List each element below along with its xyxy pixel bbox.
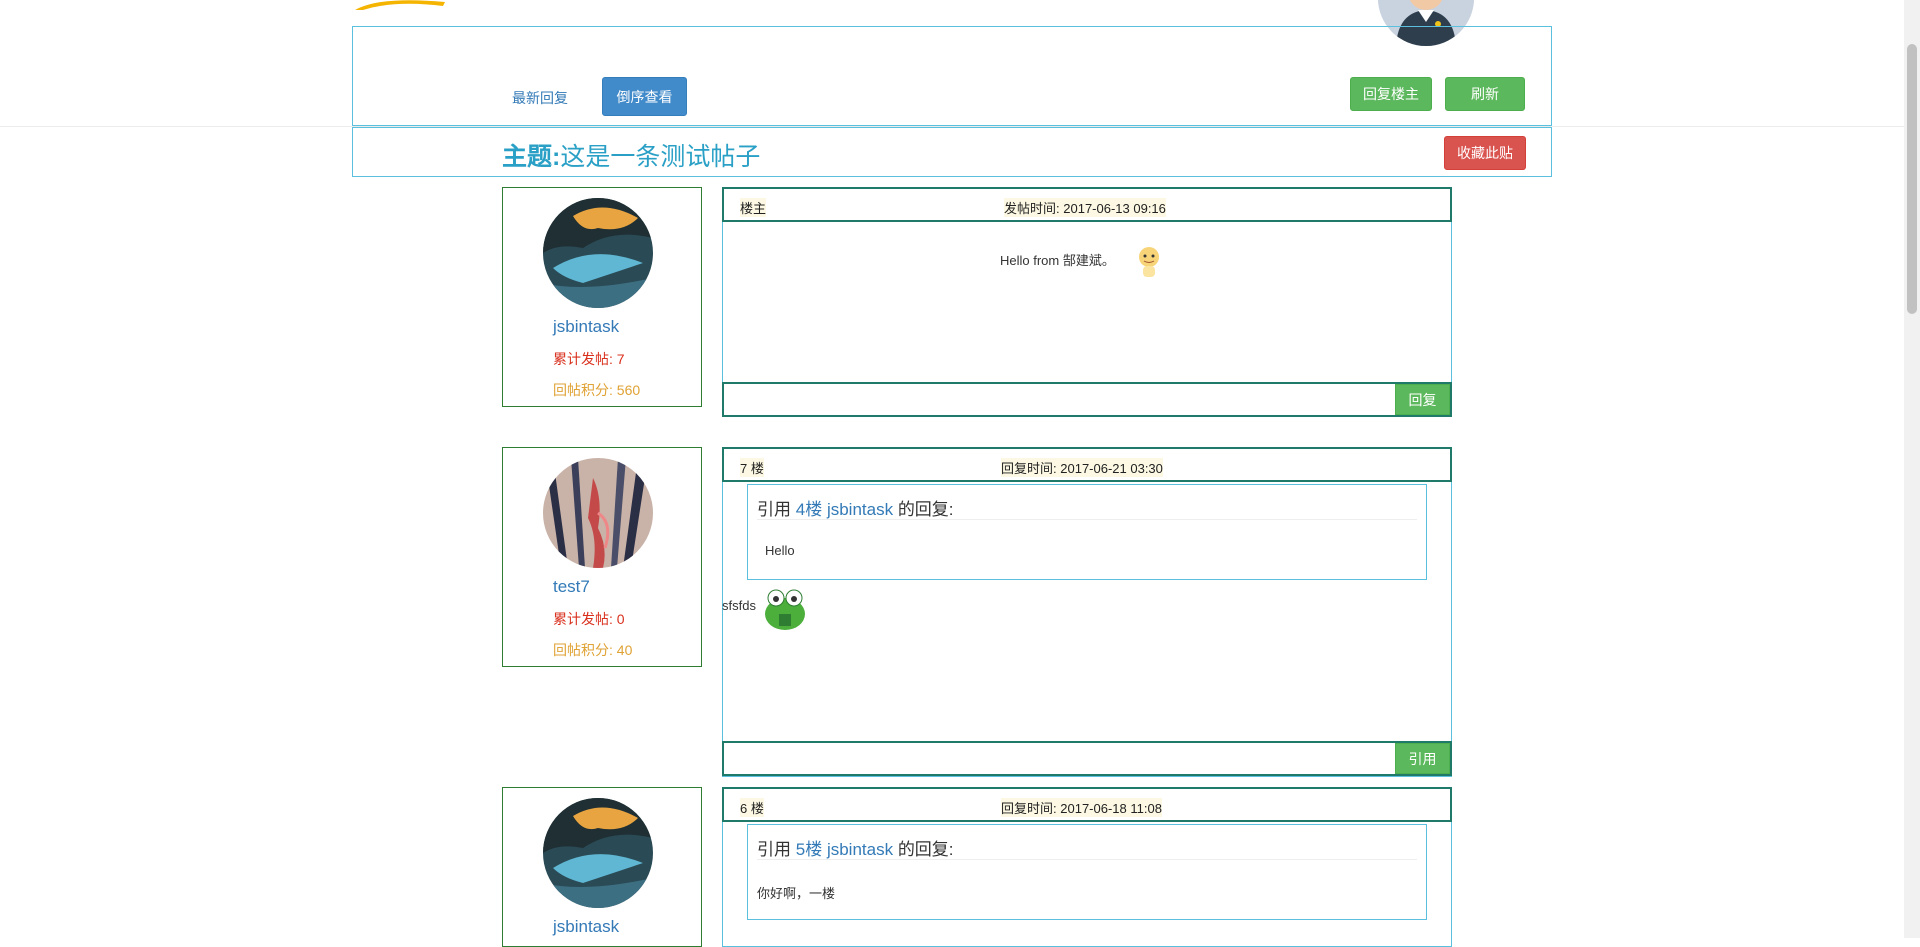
floor-label: 6 楼 [740,798,764,817]
reply-op-button[interactable]: 回复楼主 [1350,77,1432,111]
quote-button[interactable]: 引用 [1395,743,1450,774]
quote-header: 引用 4楼 jsbintask 的回复: [757,500,954,519]
tiger-emoji-icon [1139,247,1159,277]
username[interactable]: test7 [553,577,590,597]
quote-user-link[interactable]: jsbintask [827,500,893,519]
topic-heading: 主题:这是一条测试帖子 [502,137,760,173]
site-logo[interactable] [355,0,445,10]
floor-label: 楼主 [740,198,767,217]
post-count: 累计发帖: 0 [553,611,625,627]
topic-label: 主题: [502,143,561,171]
reverse-order-button[interactable]: 倒序查看 [602,77,687,116]
frog-emoji-icon [765,589,805,630]
scrollbar-thumb[interactable] [1907,44,1917,314]
post-time: 发帖时间: 2017-06-13 09:16 [1004,198,1166,217]
reply-score: 回帖积分: 40 [553,642,633,658]
floor-label: 7 楼 [740,458,764,477]
refresh-button[interactable]: 刷新 [1445,77,1525,111]
post-content: Hello from 郜建斌。 [1000,253,1115,268]
username[interactable]: jsbintask [553,917,619,937]
quote-header: 引用 5楼 jsbintask 的回复: [757,840,954,859]
post-content: sfsfds [722,598,756,613]
reply-button[interactable]: 回复 [1395,384,1450,415]
favorite-button[interactable]: 收藏此贴 [1444,136,1526,170]
username[interactable]: jsbintask [553,317,619,337]
reply-bar[interactable] [722,382,1452,417]
reply-bar[interactable] [722,741,1452,776]
quote-text: Hello [765,543,795,558]
quote-user-link[interactable]: jsbintask [827,840,893,859]
latest-reply-link[interactable]: 最新回复 [512,88,568,108]
post-toolbar [352,26,1552,126]
avatar[interactable] [543,798,653,908]
quote-floor-link[interactable]: 4楼 [796,500,822,519]
quote-floor-link[interactable]: 5楼 [796,840,822,859]
reply-score: 回帖积分: 560 [553,382,641,398]
avatar[interactable] [543,458,653,568]
quote-divider [757,859,1417,860]
avatar[interactable] [543,198,653,308]
post-count: 累计发帖: 7 [553,351,625,367]
quote-text: 你好啊，一楼 [757,886,836,901]
reply-time: 回复时间: 2017-06-18 11:08 [1001,798,1162,817]
quote-divider [757,519,1417,520]
reply-time: 回复时间: 2017-06-21 03:30 [1001,458,1163,477]
topic-title: 这是一条测试帖子 [560,143,761,171]
